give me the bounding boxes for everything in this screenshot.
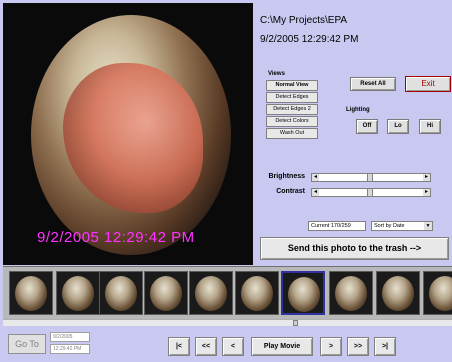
main-photo: 9/2/2005 12:29:42 PM (3, 3, 253, 265)
slider-left-arrow-icon[interactable]: ◂ (312, 174, 319, 181)
thumbnail[interactable] (9, 271, 53, 315)
thumbnail[interactable] (329, 271, 373, 315)
brightness-slider[interactable]: ◂ ▸ (311, 173, 431, 182)
thumbnail[interactable] (56, 271, 100, 315)
scrollbar-thumb[interactable] (293, 320, 298, 326)
lighting-label: Lighting (346, 107, 370, 113)
thumbnail-image (241, 276, 273, 311)
previous-button[interactable]: < (222, 337, 244, 356)
slider-thumb[interactable] (367, 189, 373, 196)
slider-thumb[interactable] (367, 174, 373, 181)
app-window: 9/2/2005 12:29:42 PM C:\My Projects\EPA … (0, 0, 452, 362)
thumbnail-image (15, 276, 47, 311)
last-button[interactable]: >| (374, 337, 396, 356)
thumbnail-image (288, 277, 320, 312)
sort-select-value: Sort by Date (374, 223, 405, 229)
slider-left-arrow-icon[interactable]: ◂ (312, 189, 319, 196)
play-movie-button[interactable]: Play Movie (251, 337, 313, 356)
view-detect-edges-2-button[interactable]: Detect Edges 2 (266, 104, 318, 115)
goto-button[interactable]: Go To (8, 334, 46, 354)
thumbnail-image (150, 276, 182, 311)
thumbnail[interactable] (376, 271, 420, 315)
view-wash-out-button[interactable]: Wash Out (266, 128, 318, 139)
views-label: Views (268, 71, 285, 77)
thumbnail[interactable] (235, 271, 279, 315)
thumbnail-scrollbar[interactable] (3, 319, 452, 326)
thumbnail[interactable] (189, 271, 233, 315)
thumbnail[interactable] (423, 271, 452, 315)
thumbnail-image (105, 276, 137, 311)
current-position: Current 170/259 (308, 221, 366, 231)
lighting-off-button[interactable]: Off (356, 119, 378, 134)
first-button[interactable]: |< (168, 337, 190, 356)
chevron-down-icon[interactable]: ▼ (424, 222, 432, 230)
contrast-slider[interactable]: ◂ ▸ (311, 188, 431, 197)
thumbnail-selected[interactable] (281, 271, 325, 315)
lighting-hi-button[interactable]: Hi (419, 119, 441, 134)
next-button[interactable]: > (320, 337, 342, 356)
photo-datetime: 9/2/2005 12:29:42 PM (260, 34, 359, 45)
view-detect-colors-button[interactable]: Detect Colors (266, 116, 318, 127)
fast-forward-button[interactable]: >> (347, 337, 369, 356)
thumbnail[interactable] (99, 271, 143, 315)
sort-select[interactable]: Sort by Date ▼ (371, 221, 433, 231)
slider-right-arrow-icon[interactable]: ▸ (423, 189, 430, 196)
photo-timestamp-overlay: 9/2/2005 12:29:42 PM (37, 229, 195, 246)
thumbnail-image (62, 276, 94, 311)
thumbnail-strip[interactable] (3, 266, 452, 319)
fast-back-button[interactable]: << (195, 337, 217, 356)
thumbnail-image (195, 276, 227, 311)
thumbnail-image (429, 276, 452, 311)
exit-button[interactable]: Exit (405, 76, 451, 92)
folder-path: C:\My Projects\EPA (260, 15, 348, 26)
lighting-lo-button[interactable]: Lo (387, 119, 409, 134)
view-detect-edges-button[interactable]: Detect Edges (266, 92, 318, 103)
view-normal-button[interactable]: Normal View (266, 80, 318, 91)
thumbnail[interactable] (144, 271, 188, 315)
slider-right-arrow-icon[interactable]: ▸ (423, 174, 430, 181)
brightness-label: Brightness (268, 173, 305, 180)
send-to-trash-button[interactable]: Send this photo to the trash --> (260, 237, 449, 260)
goto-date-field[interactable]: 9/2/2005 (50, 332, 90, 342)
thumbnail-image (335, 276, 367, 311)
goto-time-field[interactable]: 12:29:42 PM (50, 344, 90, 354)
thumbnail-image (382, 276, 414, 311)
contrast-label: Contrast (276, 188, 305, 195)
reset-all-button[interactable]: Reset All (350, 77, 396, 91)
